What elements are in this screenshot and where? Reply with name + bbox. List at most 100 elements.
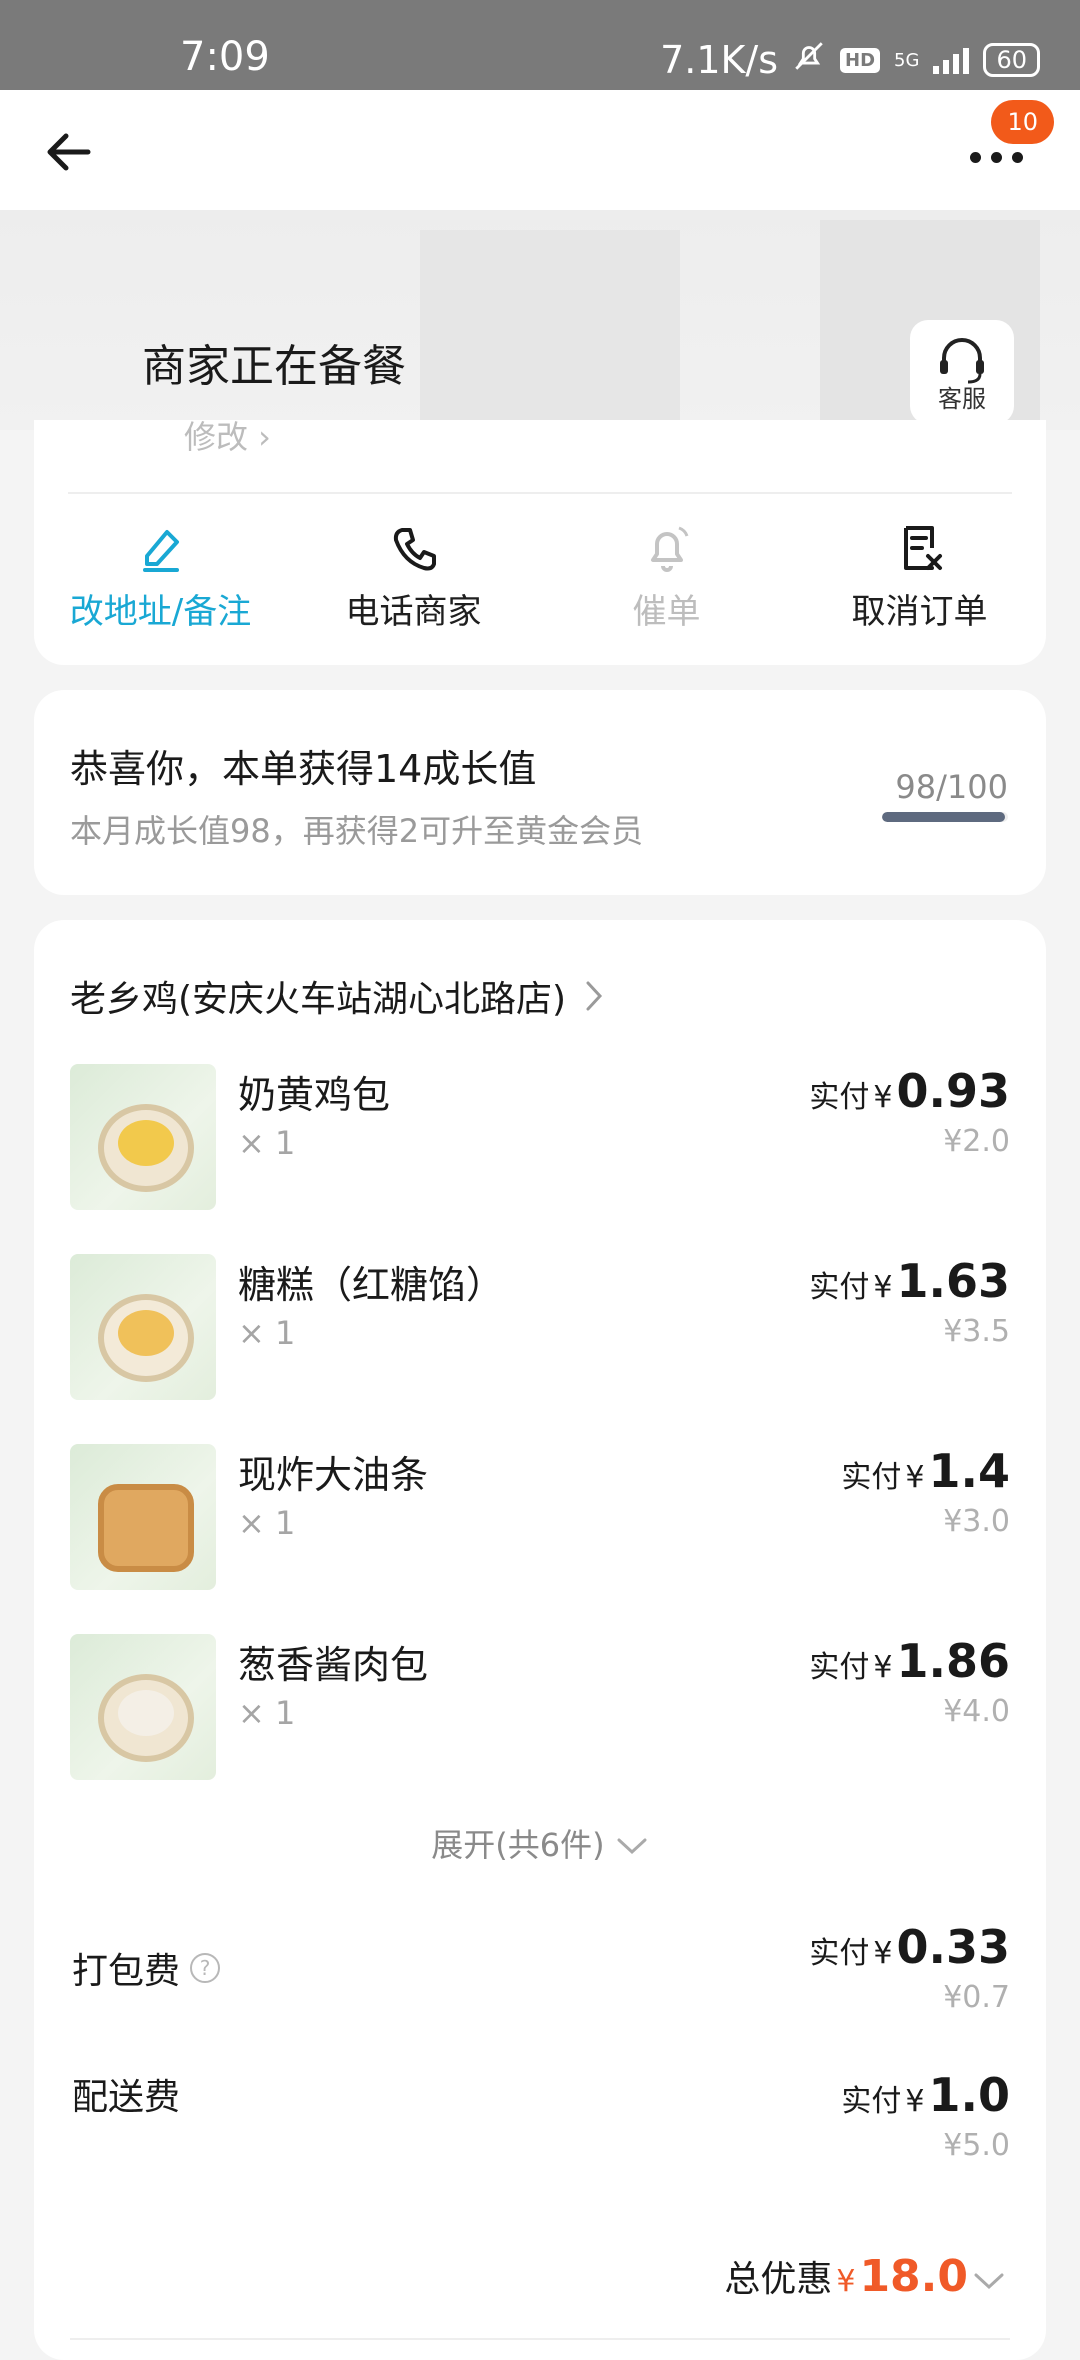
back-button[interactable]	[40, 122, 100, 182]
yen-sign: ¥	[873, 1080, 893, 1115]
actions-row: 改地址/备注 电话商家 催单 取消订单	[34, 520, 1046, 633]
item-name: 奶黄鸡包	[238, 1073, 391, 1117]
chevron-right-icon	[586, 981, 603, 1011]
paid-amount: 1.63	[896, 1254, 1011, 1308]
customer-service-label: 客服	[938, 385, 986, 413]
expand-items-button[interactable]: 展开(共6件)	[34, 1820, 1046, 1866]
item-price: 实付 ¥ 1.4 ¥3.0	[841, 1444, 1010, 1539]
battery-icon: 60	[983, 43, 1040, 77]
paid-amount: 0.33	[896, 1920, 1011, 1974]
list-item[interactable]: 葱香酱肉包 × 1 实付 ¥ 1.86 ¥4.0	[70, 1634, 1010, 1824]
item-name: 糖糕（红糖馅）	[238, 1263, 505, 1307]
phone-icon	[393, 528, 436, 571]
list-item[interactable]: 现炸大油条 × 1 实付 ¥ 1.4 ¥3.0	[70, 1444, 1010, 1634]
item-price: 实付 ¥ 1.86 ¥4.0	[809, 1634, 1010, 1729]
paid-amount: 1.86	[896, 1634, 1011, 1688]
call-merchant-button[interactable]: 电话商家	[287, 520, 540, 633]
growth-progress-text: 98/100	[895, 768, 1008, 806]
item-list: 奶黄鸡包 × 1 实付 ¥ 0.93 ¥2.0 糖糕（红糖馅） × 1 实付 ¥…	[70, 1064, 1010, 1824]
pay-label: 实付	[809, 1650, 870, 1685]
pay-label: 实付	[841, 2084, 902, 2119]
cancel-order-label: 取消订单	[851, 592, 988, 632]
order-status-header: 商家正在备餐 客服	[0, 210, 1080, 430]
original-price: ¥2.0	[943, 1124, 1010, 1159]
notification-badge: 10	[991, 100, 1054, 144]
item-name: 现炸大油条	[238, 1453, 429, 1497]
list-item[interactable]: 糖糕（红糖馅） × 1 实付 ¥ 1.63 ¥3.5	[70, 1254, 1010, 1444]
item-quantity: × 1	[238, 1124, 296, 1162]
total-discount-label: 总优惠	[724, 2259, 833, 2300]
pay-label: 实付	[841, 1460, 902, 1495]
item-quantity: × 1	[238, 1504, 296, 1542]
list-item[interactable]: 奶黄鸡包 × 1 实付 ¥ 0.93 ¥2.0	[70, 1064, 1010, 1254]
packing-fee-row: 打包费 ? 实付 ¥ 0.33 ¥0.7	[72, 1920, 1010, 2020]
top-nav: 10	[0, 90, 1080, 210]
call-merchant-label: 电话商家	[345, 592, 482, 632]
chevron-down-icon	[617, 1838, 647, 1855]
item-image	[70, 1064, 216, 1210]
bell-icon	[650, 526, 688, 572]
pay-label: 实付	[809, 1936, 870, 1971]
item-price: 实付 ¥ 1.63 ¥3.5	[809, 1254, 1010, 1349]
hd-badge: HD	[840, 47, 881, 73]
pay-label: 实付	[809, 1270, 870, 1305]
paid-amount: 1.0	[928, 2068, 1011, 2122]
item-image	[70, 1444, 216, 1590]
expand-label: 展开(共6件)	[431, 1826, 605, 1864]
mute-bell-icon	[792, 39, 826, 82]
order-actions-card: 修改 › 改地址/备注 电话商家 催单 取消订单	[34, 418, 1046, 665]
cancel-order-icon	[903, 526, 942, 570]
more-dots-icon	[970, 152, 1023, 163]
network-type: 5G	[894, 49, 920, 71]
urge-order-button[interactable]: 催单	[540, 520, 793, 633]
total-discount-amount: 18.0	[859, 2251, 968, 2302]
yen-sign: ¥	[873, 1650, 893, 1685]
urge-order-label: 催单	[632, 592, 701, 632]
delivery-fee-label: 配送费	[72, 2077, 181, 2118]
edit-icon	[142, 530, 179, 572]
original-price: ¥3.5	[943, 1314, 1010, 1349]
more-button[interactable]: 10	[950, 100, 1054, 190]
packing-fee-label: 打包费	[72, 1951, 181, 1992]
item-name: 葱香酱肉包	[238, 1643, 429, 1687]
change-address-button[interactable]: 改地址/备注	[34, 520, 287, 633]
growth-progress-fill	[882, 812, 1006, 822]
network-speed: 7.1K/s	[660, 38, 779, 82]
growth-subtitle: 本月成长值98，再获得2可升至黄金会员	[70, 812, 644, 850]
original-price: ¥5.0	[943, 2128, 1010, 2163]
change-address-label: 改地址/备注	[69, 592, 252, 632]
pay-label: 实付	[809, 1080, 870, 1115]
chevron-down-icon	[974, 2273, 1004, 2290]
modify-link[interactable]: 修改 ›	[184, 412, 271, 458]
arrow-left-icon	[47, 133, 91, 171]
divider	[68, 492, 1012, 494]
yen-sign: ¥	[905, 1460, 925, 1495]
growth-title: 恭喜你，本单获得14成长值	[70, 747, 537, 791]
status-bar: 7:09 7.1K/s HD 5G 60	[0, 0, 1080, 90]
customer-service-button[interactable]: 客服	[910, 320, 1014, 424]
status-icons: 7.1K/s HD 5G 60	[660, 38, 1040, 82]
total-discount[interactable]: 总优惠 ¥ 18.0	[724, 2250, 1006, 2302]
status-time: 7:09	[180, 34, 270, 80]
help-icon[interactable]: ?	[190, 1953, 221, 1983]
order-status-title: 商家正在备餐	[142, 341, 406, 392]
growth-card[interactable]: 恭喜你，本单获得14成长值 本月成长值98，再获得2可升至黄金会员 98/100	[34, 690, 1046, 895]
cancel-order-button[interactable]: 取消订单	[793, 520, 1046, 633]
yen-sign: ¥	[836, 2264, 856, 2299]
yen-sign: ¥	[873, 1936, 893, 1971]
paid-amount: 0.93	[896, 1064, 1011, 1118]
yen-sign: ¥	[905, 2084, 925, 2119]
item-quantity: × 1	[238, 1314, 296, 1352]
store-name: 老乡鸡(安庆火车站湖心北路店)	[70, 979, 567, 1020]
store-link[interactable]: 老乡鸡(安庆火车站湖心北路店)	[70, 970, 604, 1022]
growth-progress-bar	[882, 812, 1008, 822]
delivery-fee-price: 实付 ¥ 1.0 ¥5.0	[841, 2068, 1010, 2163]
item-quantity: × 1	[238, 1694, 296, 1732]
yen-sign: ¥	[873, 1270, 893, 1305]
signal-icon	[933, 46, 970, 74]
delivery-fee-row: 配送费 实付 ¥ 1.0 ¥5.0	[72, 2068, 1010, 2168]
item-image	[70, 1634, 216, 1780]
item-image	[70, 1254, 216, 1400]
original-price: ¥3.0	[943, 1504, 1010, 1539]
order-detail-card: 老乡鸡(安庆火车站湖心北路店) 奶黄鸡包 × 1 实付 ¥ 0.93 ¥2.0 …	[34, 920, 1046, 2360]
